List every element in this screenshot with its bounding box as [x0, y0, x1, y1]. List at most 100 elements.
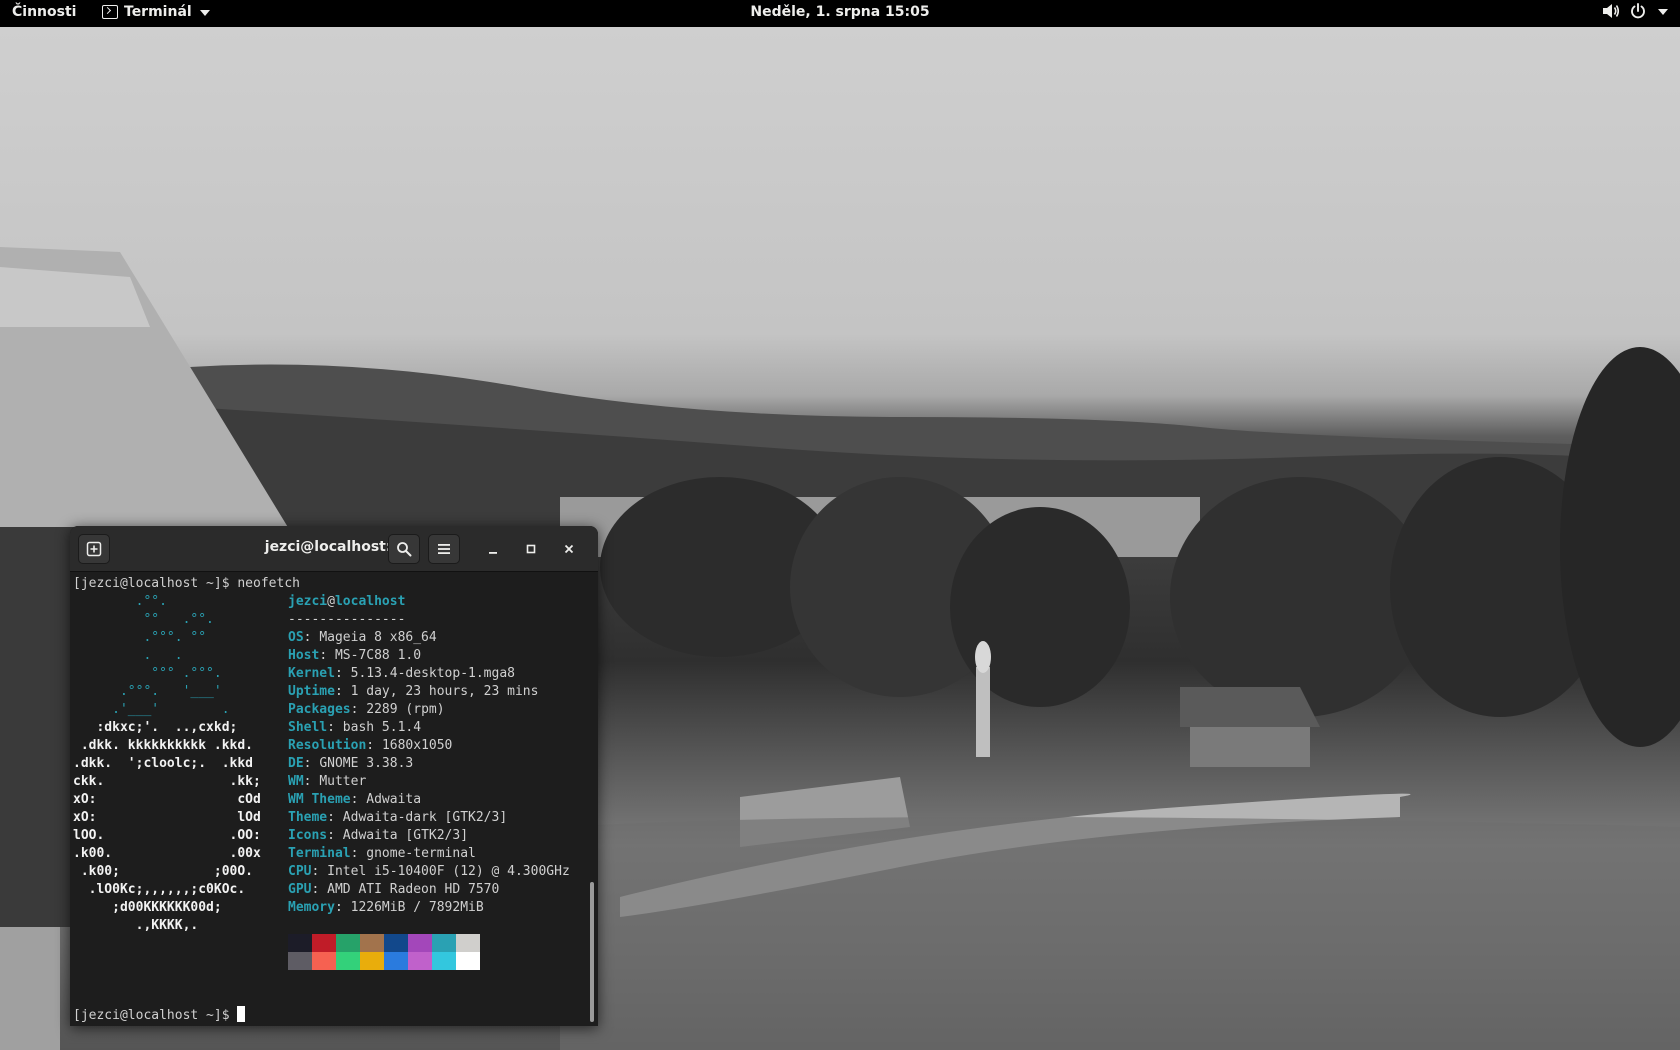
info-key: Resolution	[288, 738, 367, 753]
prompt-line[interactable]: [jezci@localhost ~]$	[73, 1006, 246, 1025]
clock[interactable]: Neděle, 1. srpna 15:05	[750, 4, 929, 20]
info-key: Terminal	[288, 846, 351, 861]
info-key: CPU	[288, 864, 312, 879]
menu-button[interactable]	[428, 534, 460, 564]
info-row: Resolution: 1680x1050	[288, 738, 453, 753]
info-value: 1 day, 23 hours, 23 mins	[350, 684, 539, 699]
ascii-logo-line: xO: lOd	[73, 810, 261, 825]
close-icon	[564, 544, 574, 554]
info-value: bash 5.1.4	[342, 720, 422, 735]
palette-swatch	[408, 952, 432, 970]
palette-swatch	[312, 952, 336, 970]
info-key: WM Theme	[288, 792, 351, 807]
info-key: Uptime	[288, 684, 335, 699]
info-key: Theme	[288, 810, 328, 825]
ascii-logo-line: :dkxc;'. ..,cxkd;	[73, 720, 238, 735]
color-palette	[288, 934, 480, 970]
palette-swatch	[336, 934, 360, 952]
terminal-icon	[102, 5, 118, 19]
info-key: WM	[288, 774, 304, 789]
info-row: Uptime: 1 day, 23 hours, 23 mins	[288, 684, 539, 699]
system-info: jezci@localhost --------------- OS: Mage…	[288, 593, 570, 915]
maximize-button[interactable]	[520, 538, 542, 560]
palette-swatch	[408, 934, 432, 952]
info-key: OS	[288, 630, 304, 645]
ascii-logo-line: .°°°. °°	[73, 630, 207, 645]
activities-button[interactable]: Činnosti	[12, 4, 76, 20]
app-menu[interactable]: Terminál	[102, 4, 210, 20]
info-row: Shell: bash 5.1.4	[288, 720, 422, 735]
info-row: Kernel: 5.13.4-desktop-1.mga8	[288, 666, 515, 681]
info-row: Memory: 1226MiB / 7892MiB	[288, 900, 484, 915]
info-value: Mageia 8 x86_64	[319, 630, 437, 645]
info-key: Host	[288, 648, 320, 663]
info-key: GPU	[288, 882, 312, 897]
ascii-logo-line: ;d00KKKKKK00d;	[73, 900, 222, 915]
terminal-headerbar[interactable]: jezci@localhost:~	[70, 526, 598, 572]
palette-swatch	[456, 952, 480, 970]
info-value: 1680x1050	[381, 738, 453, 753]
maximize-icon	[526, 544, 536, 554]
separator-line: ---------------	[288, 612, 406, 627]
new-tab-button[interactable]	[78, 534, 110, 564]
ascii-logo-line: . .	[73, 648, 183, 663]
terminal-window[interactable]: jezci@localhost:~ [jezci@localhost ~]$ n…	[70, 526, 598, 1026]
info-row: Theme: Adwaita-dark [GTK2/3]	[288, 810, 508, 825]
info-value: 1226MiB / 7892MiB	[350, 900, 484, 915]
info-value: Adwaita [GTK2/3]	[342, 828, 469, 843]
palette-swatch	[360, 934, 384, 952]
search-button[interactable]	[388, 534, 420, 564]
terminal-output[interactable]: [jezci@localhost ~]$ neofetch .°°. °° .°…	[70, 572, 598, 1026]
ascii-logo-line: .lO0Kc;,,,,,,;c0KOc.	[73, 882, 246, 897]
info-key: Shell	[288, 720, 328, 735]
user-host-line: jezci@localhost	[288, 594, 406, 609]
ascii-logo-line: .dkk. kkkkkkkkkk .kkd.	[73, 738, 254, 753]
power-icon	[1631, 3, 1645, 19]
minimize-button[interactable]	[482, 538, 504, 560]
palette-swatch	[288, 952, 312, 970]
palette-swatch	[360, 952, 384, 970]
scrollbar[interactable]	[590, 882, 594, 1022]
top-bar: Činnosti Terminál Neděle, 1. srpna 15:05	[0, 0, 1680, 27]
search-icon	[397, 542, 412, 557]
info-value: 2289 (rpm)	[366, 702, 445, 717]
volume-icon	[1603, 4, 1620, 18]
hamburger-menu-icon	[438, 544, 450, 554]
palette-swatch	[432, 934, 456, 952]
ascii-logo-line: °°° .°°°.	[73, 666, 222, 681]
ascii-logo-line: .°°.	[73, 594, 167, 609]
triangle-down-icon	[199, 10, 210, 16]
info-value: Intel i5-10400F (12) @ 4.300GHz	[327, 864, 570, 879]
text-cursor	[237, 1006, 246, 1022]
ascii-logo-line: lOO. .OO:	[73, 828, 261, 843]
system-status-menu[interactable]	[1602, 3, 1668, 19]
distro-ascii-logo: .°°. °° .°°. .°°°. °° . . °°° .°°°. .°°°…	[73, 593, 261, 935]
info-key: Icons	[288, 828, 328, 843]
info-key: Packages	[288, 702, 351, 717]
info-value: Adwaita	[366, 792, 422, 807]
info-row: GPU: AMD ATI Radeon HD 7570	[288, 882, 500, 897]
close-button[interactable]	[558, 538, 580, 560]
ascii-logo-line: .k00. .00x	[73, 846, 261, 861]
info-value: gnome-terminal	[366, 846, 476, 861]
palette-swatch	[288, 934, 312, 952]
ascii-logo-line: °° .°°.	[73, 612, 214, 627]
palette-swatch	[456, 934, 480, 952]
palette-swatch	[312, 934, 336, 952]
ascii-logo-line: .°°°. '___'	[73, 684, 222, 699]
new-tab-icon	[86, 541, 102, 557]
info-row: WM: Mutter	[288, 774, 367, 789]
info-row: DE: GNOME 3.38.3	[288, 756, 414, 771]
window-title: jezci@localhost:~	[264, 539, 404, 555]
info-value: GNOME 3.38.3	[319, 756, 414, 771]
info-row: OS: Mageia 8 x86_64	[288, 630, 437, 645]
info-value: MS-7C88 1.0	[334, 648, 422, 663]
info-key: DE	[288, 756, 304, 771]
palette-swatch	[384, 952, 408, 970]
ascii-logo-line: .k00; ;00O.	[73, 864, 254, 879]
info-value: Adwaita-dark [GTK2/3]	[342, 810, 508, 825]
info-row: WM Theme: Adwaita	[288, 792, 422, 807]
ascii-logo-line: xO: cOd	[73, 792, 261, 807]
app-menu-label: Terminál	[124, 4, 192, 20]
info-value: Mutter	[319, 774, 367, 789]
